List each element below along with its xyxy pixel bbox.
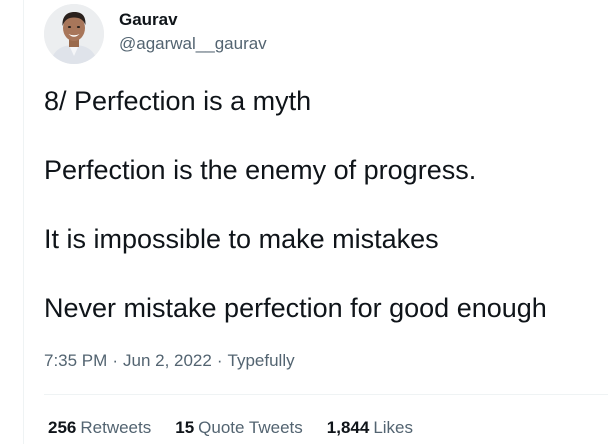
tweet-text: 8/ Perfection is a myth Perfection is th… xyxy=(44,84,604,325)
author-display-name[interactable]: Gaurav xyxy=(119,10,267,30)
author-names: Gaurav @agarwal__gaurav xyxy=(119,10,267,54)
avatar-image xyxy=(44,4,104,64)
tweet-paragraph: It is impossible to make mistakes xyxy=(44,224,439,254)
quote-tweets-link[interactable]: 15 Quote Tweets xyxy=(175,417,303,439)
tweet-date[interactable]: Jun 2, 2022 xyxy=(123,351,212,370)
likes-label: Likes xyxy=(373,418,413,437)
meta-separator: · xyxy=(112,351,118,370)
meta-separator: · xyxy=(216,351,223,370)
tweet-source[interactable]: Typefully xyxy=(228,351,295,370)
tweet-paragraph: 8/ Perfection is a myth xyxy=(44,86,312,116)
stats-divider xyxy=(44,394,608,395)
retweets-count: 256 xyxy=(48,418,77,437)
quote-tweets-label: Quote Tweets xyxy=(198,418,303,437)
retweets-link[interactable]: 256 Retweets xyxy=(48,417,151,439)
engagement-stats: 256 Retweets 15 Quote Tweets 1,844 Likes xyxy=(48,417,437,439)
avatar[interactable] xyxy=(44,4,104,64)
author-handle[interactable]: @agarwal__gaurav xyxy=(119,34,267,54)
likes-link[interactable]: 1,844 Likes xyxy=(327,417,413,439)
quote-tweets-count: 15 xyxy=(175,418,195,437)
tweet-metadata: 7:35 PM · Jun 2, 2022 · Typefully xyxy=(44,350,295,372)
tweet-time[interactable]: 7:35 PM xyxy=(44,351,107,370)
tweet-paragraph: Perfection is the enemy of progress. xyxy=(44,155,477,185)
tweet-detail: Gaurav @agarwal__gaurav 8/ Perfection is… xyxy=(24,0,608,444)
tweet-paragraph: Never mistake perfection for good enough xyxy=(44,293,547,323)
tweet-header: Gaurav @agarwal__gaurav xyxy=(44,4,267,64)
likes-count: 1,844 xyxy=(326,418,370,437)
retweets-label: Retweets xyxy=(80,418,152,437)
